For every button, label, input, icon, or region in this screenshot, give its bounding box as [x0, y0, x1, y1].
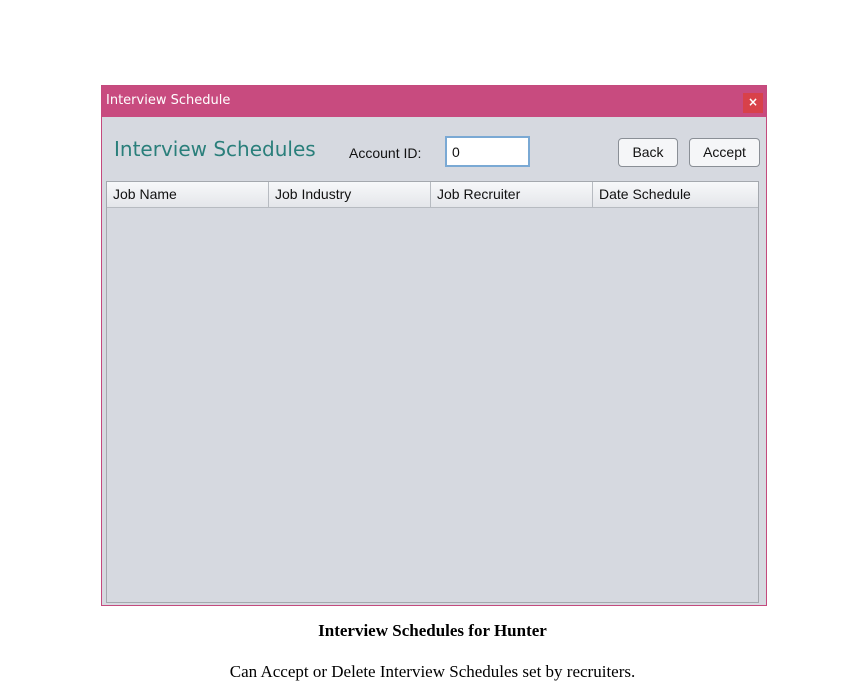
- account-id-label: Account ID:: [349, 145, 422, 161]
- schedule-table[interactable]: Job Name Job Industry Job Recruiter Date…: [106, 181, 759, 603]
- column-header-job-recruiter[interactable]: Job Recruiter: [431, 182, 593, 207]
- column-header-job-industry[interactable]: Job Industry: [269, 182, 431, 207]
- column-header-job-name[interactable]: Job Name: [107, 182, 269, 207]
- interview-schedule-window: Interview Schedule × Interview Schedules…: [101, 85, 767, 606]
- column-header-date-schedule[interactable]: Date Schedule: [593, 182, 755, 207]
- title-bar[interactable]: Interview Schedule ×: [102, 86, 766, 117]
- page-title: Interview Schedules: [114, 137, 316, 161]
- window-title: Interview Schedule: [106, 93, 231, 108]
- figure-caption: Interview Schedules for Hunter: [318, 621, 547, 640]
- figure-description: Can Accept or Delete Interview Schedules…: [229, 662, 636, 681]
- account-id-input[interactable]: 0: [445, 136, 530, 167]
- back-button[interactable]: Back: [618, 138, 678, 167]
- close-icon[interactable]: ×: [743, 93, 763, 113]
- table-header: Job Name Job Industry Job Recruiter Date…: [107, 182, 758, 208]
- accept-button[interactable]: Accept: [689, 138, 760, 167]
